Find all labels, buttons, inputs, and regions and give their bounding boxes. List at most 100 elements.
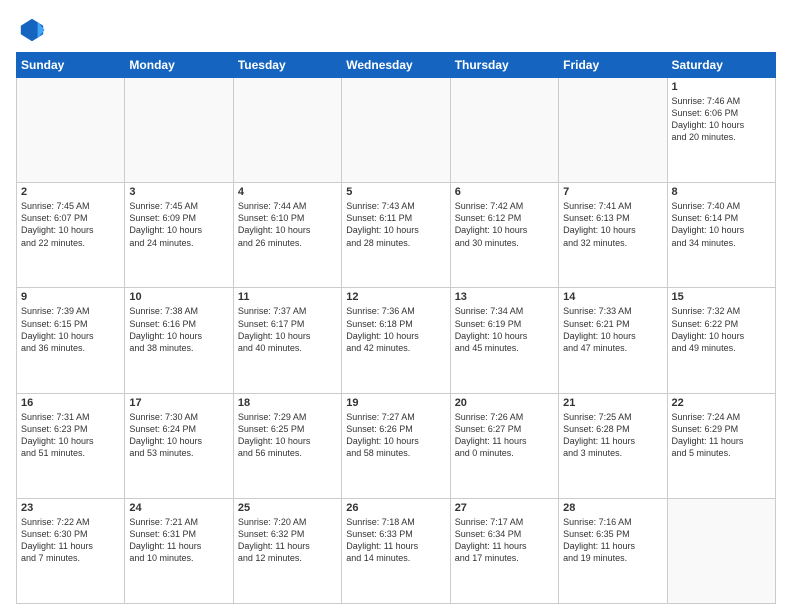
day-info: Sunrise: 7:46 AM Sunset: 6:06 PM Dayligh… <box>672 95 771 144</box>
col-header-monday: Monday <box>125 53 233 78</box>
week-row-2: 2 Sunrise: 7:45 AM Sunset: 6:07 PM Daylig… <box>17 183 776 288</box>
day-cell: 21 Sunrise: 7:25 AM Sunset: 6:28 PM Dayli… <box>559 393 667 498</box>
col-header-thursday: Thursday <box>450 53 558 78</box>
day-info: Sunrise: 7:16 AM Sunset: 6:35 PM Dayligh… <box>563 516 662 565</box>
day-number: 8 <box>672 186 771 198</box>
day-cell: 26 Sunrise: 7:18 AM Sunset: 6:33 PM Dayli… <box>342 498 450 603</box>
day-cell: 27 Sunrise: 7:17 AM Sunset: 6:34 PM Dayli… <box>450 498 558 603</box>
day-number: 2 <box>21 186 120 198</box>
day-info: Sunrise: 7:17 AM Sunset: 6:34 PM Dayligh… <box>455 516 554 565</box>
logo <box>16 16 46 44</box>
day-number: 7 <box>563 186 662 198</box>
day-info: Sunrise: 7:18 AM Sunset: 6:33 PM Dayligh… <box>346 516 445 565</box>
day-cell: 5 Sunrise: 7:43 AM Sunset: 6:11 PM Daylig… <box>342 183 450 288</box>
col-header-sunday: Sunday <box>17 53 125 78</box>
day-cell: 3 Sunrise: 7:45 AM Sunset: 6:09 PM Daylig… <box>125 183 233 288</box>
day-cell <box>667 498 775 603</box>
day-number: 21 <box>563 397 662 409</box>
day-number: 20 <box>455 397 554 409</box>
day-number: 1 <box>672 81 771 93</box>
day-info: Sunrise: 7:33 AM Sunset: 6:21 PM Dayligh… <box>563 305 662 354</box>
day-cell: 8 Sunrise: 7:40 AM Sunset: 6:14 PM Daylig… <box>667 183 775 288</box>
day-number: 26 <box>346 502 445 514</box>
day-cell: 23 Sunrise: 7:22 AM Sunset: 6:30 PM Dayli… <box>17 498 125 603</box>
day-number: 22 <box>672 397 771 409</box>
week-row-3: 9 Sunrise: 7:39 AM Sunset: 6:15 PM Daylig… <box>17 288 776 393</box>
day-cell: 13 Sunrise: 7:34 AM Sunset: 6:19 PM Dayli… <box>450 288 558 393</box>
week-row-1: 1 Sunrise: 7:46 AM Sunset: 6:06 PM Daylig… <box>17 78 776 183</box>
day-number: 25 <box>238 502 337 514</box>
day-info: Sunrise: 7:20 AM Sunset: 6:32 PM Dayligh… <box>238 516 337 565</box>
day-cell: 12 Sunrise: 7:36 AM Sunset: 6:18 PM Dayli… <box>342 288 450 393</box>
day-number: 3 <box>129 186 228 198</box>
day-info: Sunrise: 7:25 AM Sunset: 6:28 PM Dayligh… <box>563 411 662 460</box>
day-number: 13 <box>455 291 554 303</box>
day-info: Sunrise: 7:44 AM Sunset: 6:10 PM Dayligh… <box>238 200 337 249</box>
day-number: 24 <box>129 502 228 514</box>
day-cell: 20 Sunrise: 7:26 AM Sunset: 6:27 PM Dayli… <box>450 393 558 498</box>
day-cell: 2 Sunrise: 7:45 AM Sunset: 6:07 PM Daylig… <box>17 183 125 288</box>
col-header-wednesday: Wednesday <box>342 53 450 78</box>
day-number: 11 <box>238 291 337 303</box>
header <box>16 16 776 44</box>
day-info: Sunrise: 7:22 AM Sunset: 6:30 PM Dayligh… <box>21 516 120 565</box>
week-row-5: 23 Sunrise: 7:22 AM Sunset: 6:30 PM Dayli… <box>17 498 776 603</box>
logo-icon <box>18 16 46 44</box>
day-cell: 25 Sunrise: 7:20 AM Sunset: 6:32 PM Dayli… <box>233 498 341 603</box>
day-cell: 19 Sunrise: 7:27 AM Sunset: 6:26 PM Dayli… <box>342 393 450 498</box>
day-cell <box>342 78 450 183</box>
day-number: 14 <box>563 291 662 303</box>
day-cell: 18Sunrise: 7:29 AM Sunset: 6:25 PM Dayli… <box>233 393 341 498</box>
day-number: 27 <box>455 502 554 514</box>
day-cell: 6 Sunrise: 7:42 AM Sunset: 6:12 PM Daylig… <box>450 183 558 288</box>
day-cell: 9 Sunrise: 7:39 AM Sunset: 6:15 PM Daylig… <box>17 288 125 393</box>
col-header-saturday: Saturday <box>667 53 775 78</box>
day-info: Sunrise: 7:37 AM Sunset: 6:17 PM Dayligh… <box>238 305 337 354</box>
day-number: 4 <box>238 186 337 198</box>
day-info: Sunrise: 7:42 AM Sunset: 6:12 PM Dayligh… <box>455 200 554 249</box>
day-info: Sunrise: 7:36 AM Sunset: 6:18 PM Dayligh… <box>346 305 445 354</box>
day-number: 9 <box>21 291 120 303</box>
day-cell: 16Sunrise: 7:31 AM Sunset: 6:23 PM Dayli… <box>17 393 125 498</box>
col-header-tuesday: Tuesday <box>233 53 341 78</box>
day-cell <box>233 78 341 183</box>
day-number: 23 <box>21 502 120 514</box>
page: SundayMondayTuesdayWednesdayThursdayFrid… <box>0 0 792 612</box>
day-info: Sunrise: 7:29 AM Sunset: 6:25 PM Dayligh… <box>238 411 337 460</box>
day-cell: 17Sunrise: 7:30 AM Sunset: 6:24 PM Dayli… <box>125 393 233 498</box>
day-cell: 10 Sunrise: 7:38 AM Sunset: 6:16 PM Dayli… <box>125 288 233 393</box>
day-info: Sunrise: 7:26 AM Sunset: 6:27 PM Dayligh… <box>455 411 554 460</box>
day-cell: 11 Sunrise: 7:37 AM Sunset: 6:17 PM Dayli… <box>233 288 341 393</box>
day-number: 15 <box>672 291 771 303</box>
calendar-table: SundayMondayTuesdayWednesdayThursdayFrid… <box>16 52 776 604</box>
col-header-friday: Friday <box>559 53 667 78</box>
day-cell <box>450 78 558 183</box>
day-number: 12 <box>346 291 445 303</box>
day-number: 6 <box>455 186 554 198</box>
day-info: Sunrise: 7:27 AM Sunset: 6:26 PM Dayligh… <box>346 411 445 460</box>
day-info: Sunrise: 7:31 AM Sunset: 6:23 PM Dayligh… <box>21 411 120 460</box>
day-info: Sunrise: 7:45 AM Sunset: 6:09 PM Dayligh… <box>129 200 228 249</box>
day-cell: 24 Sunrise: 7:21 AM Sunset: 6:31 PM Dayli… <box>125 498 233 603</box>
day-number: 19 <box>346 397 445 409</box>
day-cell: 15Sunrise: 7:32 AM Sunset: 6:22 PM Dayli… <box>667 288 775 393</box>
day-cell: 4 Sunrise: 7:44 AM Sunset: 6:10 PM Daylig… <box>233 183 341 288</box>
day-info: Sunrise: 7:39 AM Sunset: 6:15 PM Dayligh… <box>21 305 120 354</box>
day-info: Sunrise: 7:40 AM Sunset: 6:14 PM Dayligh… <box>672 200 771 249</box>
day-number: 5 <box>346 186 445 198</box>
week-row-4: 16Sunrise: 7:31 AM Sunset: 6:23 PM Dayli… <box>17 393 776 498</box>
day-info: Sunrise: 7:34 AM Sunset: 6:19 PM Dayligh… <box>455 305 554 354</box>
day-info: Sunrise: 7:21 AM Sunset: 6:31 PM Dayligh… <box>129 516 228 565</box>
day-cell <box>125 78 233 183</box>
day-cell: 14 Sunrise: 7:33 AM Sunset: 6:21 PM Dayli… <box>559 288 667 393</box>
day-cell <box>17 78 125 183</box>
day-info: Sunrise: 7:45 AM Sunset: 6:07 PM Dayligh… <box>21 200 120 249</box>
day-cell: 28Sunrise: 7:16 AM Sunset: 6:35 PM Dayli… <box>559 498 667 603</box>
day-cell: 22Sunrise: 7:24 AM Sunset: 6:29 PM Dayli… <box>667 393 775 498</box>
day-cell <box>559 78 667 183</box>
day-cell: 7Sunrise: 7:41 AM Sunset: 6:13 PM Daylig… <box>559 183 667 288</box>
day-number: 10 <box>129 291 228 303</box>
day-info: Sunrise: 7:38 AM Sunset: 6:16 PM Dayligh… <box>129 305 228 354</box>
day-info: Sunrise: 7:43 AM Sunset: 6:11 PM Dayligh… <box>346 200 445 249</box>
day-cell: 1 Sunrise: 7:46 AM Sunset: 6:06 PM Daylig… <box>667 78 775 183</box>
